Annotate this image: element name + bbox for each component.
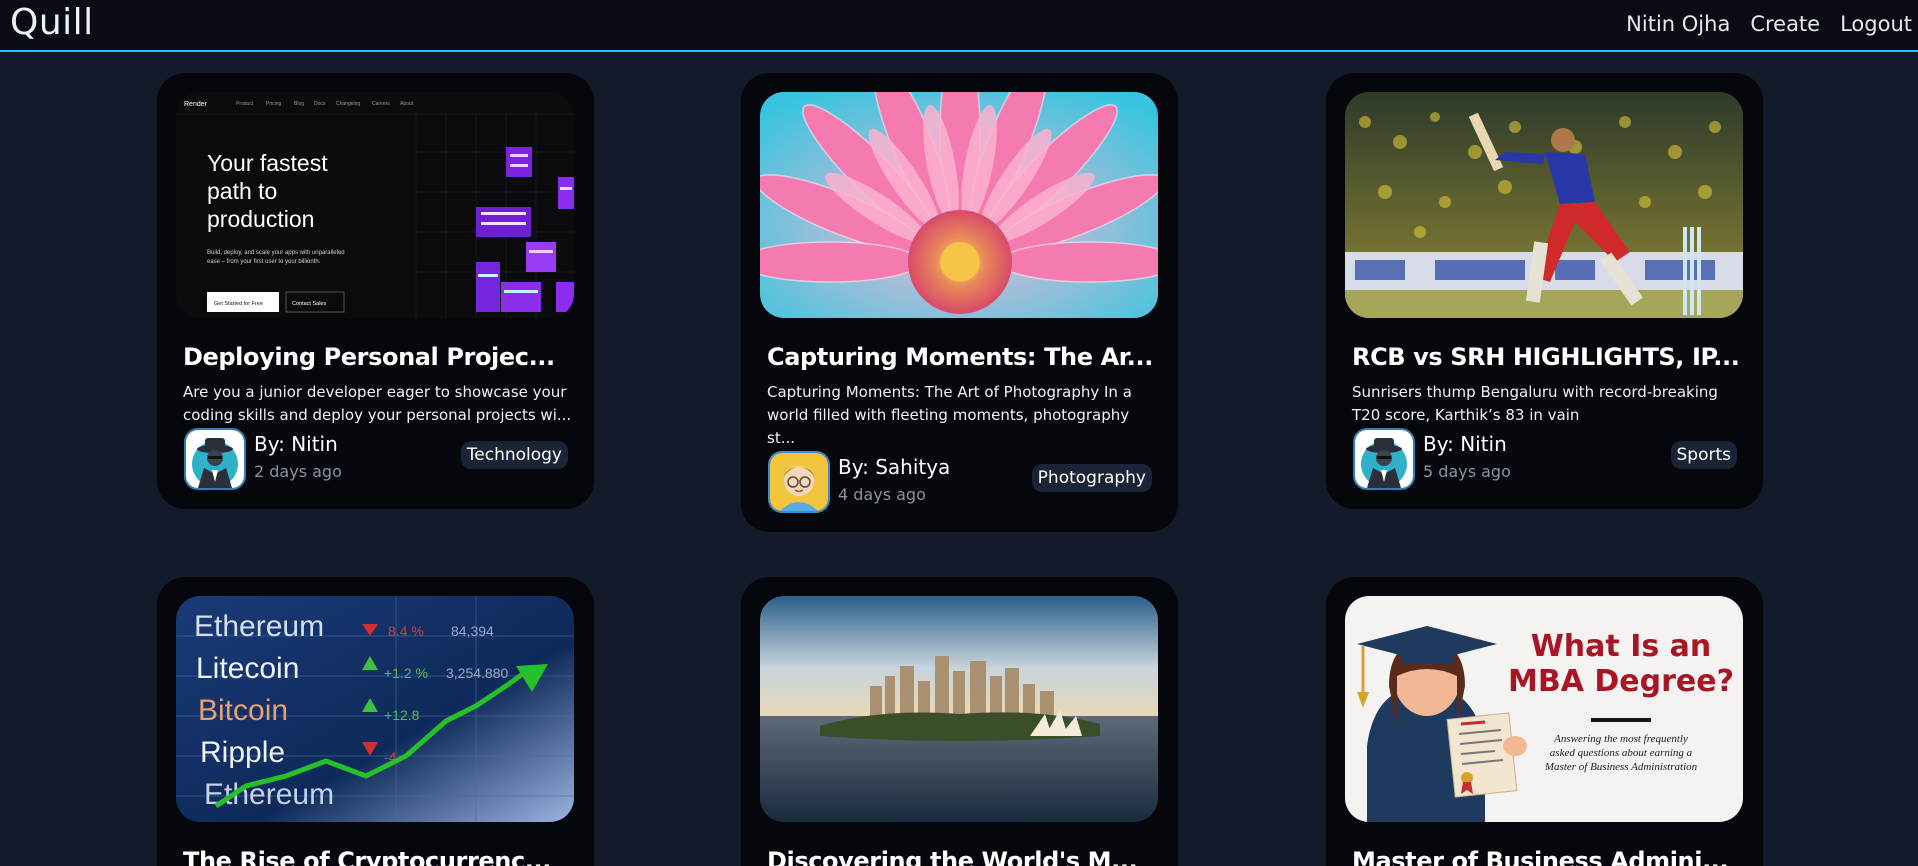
post-author: By: Nitin 2 days ago Technology — [184, 428, 568, 492]
thumb-nav-item: About — [400, 101, 414, 107]
render-homepage-image: Render Product Pricing Blog Docs Changel… — [176, 92, 574, 318]
post-card[interactable]: What Is an MBA Degree? Answering the mos… — [1326, 577, 1763, 866]
thumb-price-label: 3,254.880 — [446, 665, 508, 681]
thumb-nav-item: Blog — [294, 101, 304, 107]
thumb-caption: Master of Business Administration — [1544, 761, 1698, 773]
avatar — [184, 428, 246, 490]
thumb-coin-label: Ripple — [200, 736, 285, 769]
thumb-nav-item: Careers — [372, 101, 390, 107]
thumb-nav-item: Docs — [314, 101, 326, 107]
post-card[interactable]: Render Product Pricing Blog Docs Changel… — [157, 73, 594, 509]
post-title[interactable]: RCB vs SRH HIGHLIGHTS, IP... — [1352, 343, 1742, 371]
post-thumbnail[interactable] — [760, 92, 1158, 318]
post-excerpt: Are you a junior developer eager to show… — [183, 383, 572, 424]
category-badge[interactable]: Technology — [460, 441, 568, 469]
thumb-change-label: +12.8 — [384, 707, 420, 723]
category-badge[interactable]: Sports — [1670, 441, 1737, 469]
thumb-nav-item: Pricing — [266, 101, 282, 107]
cricket-batsman-image — [1345, 92, 1743, 318]
thumb-headline: path to — [207, 178, 277, 204]
post-title[interactable]: Deploying Personal Projec... — [183, 343, 573, 371]
thumb-subtext: ease – from your first user to your bill… — [207, 259, 321, 265]
thumb-brand: Render — [184, 101, 208, 108]
post-timestamp: 2 days ago — [254, 462, 342, 481]
post-thumbnail[interactable]: Render Product Pricing Blog Docs Changel… — [176, 92, 574, 318]
crypto-chart-image: Ethereum Litecoin Bitcoin Ripple Ethereu… — [176, 596, 574, 822]
post-thumbnail[interactable] — [760, 596, 1158, 822]
nav-profile-link[interactable]: Nitin Ojha — [1626, 12, 1730, 36]
post-excerpt: Capturing Moments: The Art of Photograph… — [767, 383, 1132, 447]
author-name[interactable]: By: Nitin — [254, 432, 338, 456]
thumb-headline: Your fastest — [207, 150, 328, 176]
post-title[interactable]: The Rise of Cryptocurrenc... — [183, 847, 573, 866]
thumb-coin-label: Ethereum — [194, 610, 324, 643]
avatar — [1353, 428, 1415, 490]
thumb-price-label: 84,394 — [451, 623, 494, 639]
thumb-coin-label: Bitcoin — [198, 694, 288, 727]
nav-create-link[interactable]: Create — [1750, 12, 1820, 36]
spy-avatar-icon — [186, 430, 244, 488]
post-title[interactable]: Discovering the World's M... — [767, 847, 1157, 866]
post-card[interactable]: Ethereum Litecoin Bitcoin Ripple Ethereu… — [157, 577, 594, 866]
avatar — [768, 451, 830, 513]
post-thumbnail[interactable]: What Is an MBA Degree? Answering the mos… — [1345, 596, 1743, 822]
post-timestamp: 4 days ago — [838, 485, 926, 504]
boy-avatar-icon — [770, 453, 828, 511]
nav-links: Nitin Ojha Create Logout — [1626, 12, 1912, 36]
thumb-coin-label: Ethereum — [204, 778, 334, 811]
post-card[interactable]: Capturing Moments: The Ar... Capturing M… — [741, 73, 1178, 532]
thumb-headline: production — [207, 206, 314, 232]
category-badge[interactable]: Photography — [1031, 464, 1152, 492]
thumb-change-label: +1.2 % — [384, 665, 428, 681]
post-title[interactable]: Capturing Moments: The Ar... — [767, 343, 1157, 371]
thumb-change-label: 8.4 % — [388, 623, 424, 639]
post-excerpt: Sunrisers thump Bengaluru with record-br… — [1352, 383, 1718, 424]
thumb-caption: Answering the most frequently — [1553, 733, 1688, 745]
thumb-coin-label: Litecoin — [196, 652, 299, 685]
thumb-nav-item: Changelog — [336, 101, 360, 107]
thumb-caption: asked questions about earning a — [1550, 747, 1693, 759]
thumb-subtext: Build, deploy, and scale your apps with … — [207, 250, 345, 256]
post-title[interactable]: Master of Business Admini... — [1352, 847, 1742, 866]
post-author: By: Nitin 5 days ago Sports — [1353, 428, 1737, 492]
thumb-nav-item: Product — [236, 101, 254, 107]
author-name[interactable]: By: Nitin — [1423, 432, 1507, 456]
sydney-harbour-image — [760, 596, 1158, 822]
thumb-primary-cta: Get Started for Free — [214, 301, 263, 307]
post-author: By: Sahitya 4 days ago Photography — [768, 451, 1152, 515]
thumb-secondary-cta: Contact Sales — [292, 301, 326, 307]
brand-logo[interactable]: Quill — [10, 2, 94, 43]
author-name[interactable]: By: Sahitya — [838, 455, 950, 479]
thumb-heading: MBA Degree? — [1508, 664, 1734, 699]
post-thumbnail[interactable]: Ethereum Litecoin Bitcoin Ripple Ethereu… — [176, 596, 574, 822]
post-card[interactable]: Discovering the World's M... — [741, 577, 1178, 866]
post-card[interactable]: RCB vs SRH HIGHLIGHTS, IP... Sunrisers t… — [1326, 73, 1763, 509]
post-thumbnail[interactable] — [1345, 92, 1743, 318]
mba-degree-image: What Is an MBA Degree? Answering the mos… — [1345, 596, 1743, 822]
thumb-heading: What Is an — [1531, 629, 1712, 664]
flower-image — [760, 92, 1158, 318]
post-timestamp: 5 days ago — [1423, 462, 1511, 481]
navbar: Quill Nitin Ojha Create Logout — [0, 0, 1918, 52]
spy-avatar-icon — [1355, 430, 1413, 488]
nav-logout-link[interactable]: Logout — [1840, 12, 1912, 36]
